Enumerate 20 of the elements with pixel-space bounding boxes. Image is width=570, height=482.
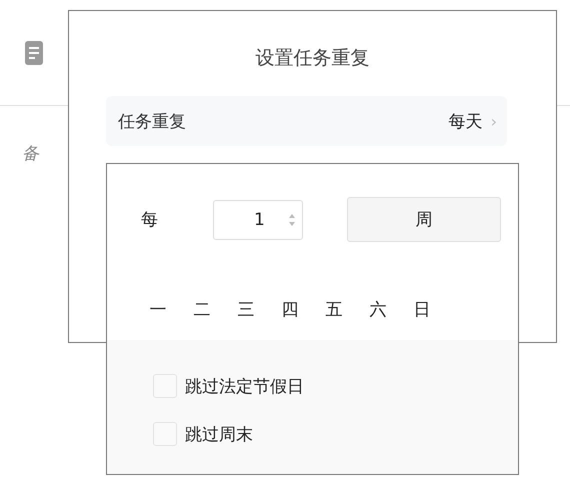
note-label: 备 (22, 143, 39, 165)
document-icon (24, 40, 44, 66)
weekday-toggle[interactable]: 一 (143, 294, 173, 324)
repeat-label: 任务重复 (118, 110, 186, 132)
unit-select[interactable]: 周 (347, 197, 501, 242)
spinner-icon[interactable] (288, 212, 296, 228)
option-label: 跳过周末 (185, 424, 253, 446)
every-label: 每 (141, 209, 159, 231)
weekday-toggle[interactable]: 三 (231, 294, 261, 324)
repeat-value: 每天 (448, 110, 483, 132)
weekday-toggle[interactable]: 四 (275, 294, 305, 324)
option-label: 跳过法定节假日 (185, 376, 304, 398)
weekday-toggle[interactable]: 日 (407, 294, 437, 324)
interval-field[interactable]: 1 (213, 200, 303, 240)
weekday-toggle[interactable]: 六 (363, 294, 393, 324)
repeat-row[interactable]: 任务重复 每天 › (106, 96, 507, 146)
dialog-title: 设置任务重复 (256, 46, 370, 71)
weekday-toggle[interactable]: 五 (319, 294, 349, 324)
weekday-toggle[interactable]: 二 (187, 294, 217, 324)
chevron-icon: › (490, 112, 497, 130)
